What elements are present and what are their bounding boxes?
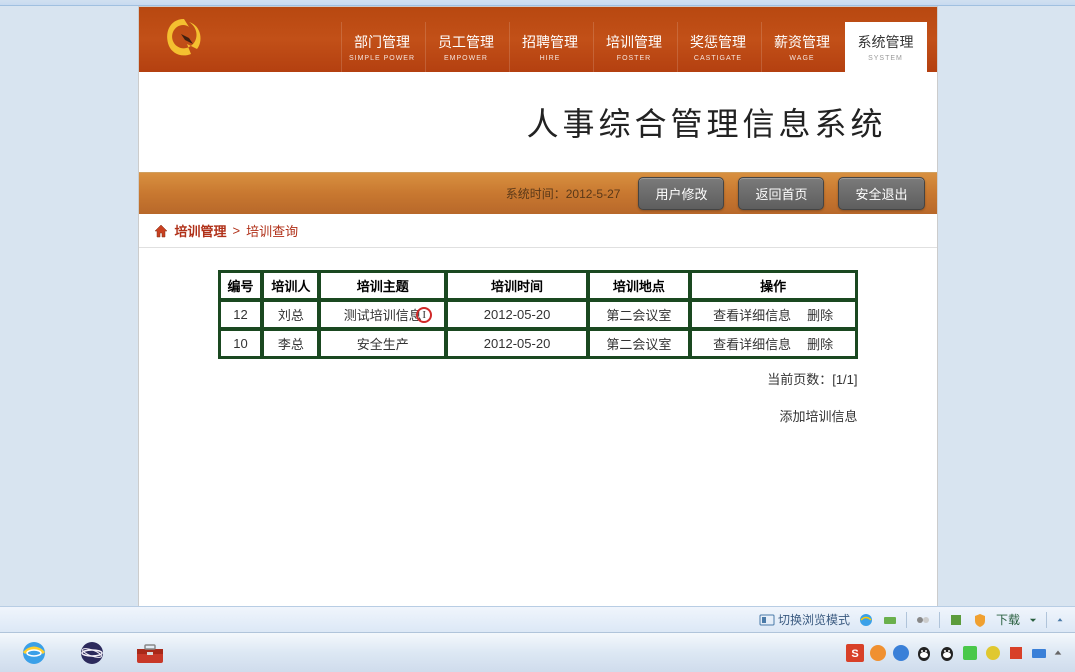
- cell-topic: 安全生产: [320, 330, 445, 357]
- nav-label: 奖惩管理: [690, 32, 746, 52]
- nav-label: 薪资管理: [774, 32, 830, 52]
- separator: [906, 612, 907, 628]
- tray-icon-8[interactable]: [1030, 644, 1048, 662]
- tool-icon[interactable]: [948, 612, 964, 628]
- tray-icon-5[interactable]: [961, 644, 979, 662]
- separator: [1046, 612, 1047, 628]
- user-modify-button[interactable]: 用户修改: [638, 177, 724, 210]
- table-header-row: 编号 培训人 培训主题 培训时间 培训地点 操作: [220, 272, 856, 299]
- nav-system[interactable]: 系统管理 SYSTEM: [845, 22, 927, 72]
- nav-salary[interactable]: 薪资管理 WAGE: [761, 22, 843, 72]
- separator: [939, 612, 940, 628]
- system-tray: S: [846, 644, 1069, 662]
- th-time: 培训时间: [447, 272, 587, 299]
- th-ops: 操作: [691, 272, 856, 299]
- nav-training[interactable]: 培训管理 FOSTER: [593, 22, 675, 72]
- nav-label: 招聘管理: [522, 32, 578, 52]
- taskbar: S: [0, 632, 1075, 672]
- th-topic: 培训主题: [320, 272, 445, 299]
- task-eclipse[interactable]: [64, 636, 120, 670]
- chevron-down-icon[interactable]: [1028, 612, 1038, 628]
- tray-qq-icon[interactable]: [915, 644, 933, 662]
- header: 部门管理 SIMPLE POWER 员工管理 EMPOWER 招聘管理 HIRE 培训…: [139, 7, 937, 72]
- browse-mode-toggle[interactable]: 切换浏览模式: [759, 611, 850, 628]
- sogou-icon[interactable]: S: [846, 644, 864, 662]
- th-id: 编号: [220, 272, 262, 299]
- compat-icon[interactable]: [882, 612, 898, 628]
- home-icon: [153, 223, 169, 239]
- cell-id: 10: [220, 330, 262, 357]
- view-detail-link[interactable]: 查看详细信息: [713, 308, 791, 323]
- tray-icon-7[interactable]: [1007, 644, 1025, 662]
- task-ie[interactable]: [6, 636, 62, 670]
- svg-text:S: S: [851, 648, 858, 660]
- th-location: 培训地点: [589, 272, 689, 299]
- cell-time: 2012-05-20: [447, 301, 587, 328]
- training-table: 编号 培训人 培训主题 培训时间 培训地点 操作 12 刘总 测试培训信息I 2…: [218, 270, 858, 359]
- tray-icon-2[interactable]: [892, 644, 910, 662]
- table-row: 10 李总 安全生产 2012-05-20 第二会议室 查看详细信息 删除: [220, 330, 856, 357]
- system-title: 人事综合管理信息系统: [526, 99, 886, 145]
- cell-topic: 测试培训信息I: [320, 301, 445, 328]
- cell-location: 第二会议室: [589, 301, 689, 328]
- nav-dept[interactable]: 部门管理 SIMPLE POWER: [341, 22, 423, 72]
- nav-sub: CASTIGATE: [694, 55, 742, 62]
- nav-label: 部门管理: [354, 32, 410, 52]
- nav-sub: SYSTEM: [868, 55, 903, 62]
- logo: [159, 14, 209, 64]
- tray-icon-1[interactable]: [869, 644, 887, 662]
- nav-sub: SIMPLE POWER: [349, 55, 415, 62]
- cell-ops: 查看详细信息 删除: [691, 301, 856, 328]
- breadcrumb-sub: 培训查询: [246, 221, 298, 240]
- tray-qq-icon[interactable]: [938, 644, 956, 662]
- nav-label: 培训管理: [606, 32, 662, 52]
- nav-sub: HIRE: [540, 55, 561, 62]
- system-time: 系统时间：2012-5-27: [506, 185, 621, 202]
- tray-chevron-icon[interactable]: [1053, 644, 1063, 662]
- subheader: 系统时间：2012-5-27 用户修改 返回首页 安全退出: [139, 172, 937, 214]
- nav-sub: WAGE: [789, 55, 814, 62]
- nav-sub: FOSTER: [617, 55, 651, 62]
- add-training-row: 添加培训信息: [218, 406, 858, 425]
- shield-icon[interactable]: [972, 612, 988, 628]
- cell-ops: 查看详细信息 删除: [691, 330, 856, 357]
- delete-link[interactable]: 删除: [807, 337, 833, 352]
- pager: 当前页数：[1/1]: [218, 369, 858, 388]
- network-icon[interactable]: [915, 612, 931, 628]
- nav-recruit[interactable]: 招聘管理 HIRE: [509, 22, 591, 72]
- cell-trainer: 刘总: [263, 301, 318, 328]
- nav-label: 系统管理: [858, 32, 914, 52]
- expand-icon[interactable]: [1055, 612, 1065, 628]
- nav-employee[interactable]: 员工管理 EMPOWER: [425, 22, 507, 72]
- th-trainer: 培训人: [263, 272, 318, 299]
- delete-link[interactable]: 删除: [807, 308, 833, 323]
- table-row: 12 刘总 测试培训信息I 2012-05-20 第二会议室 查看详细信息 删除: [220, 301, 856, 328]
- view-detail-link[interactable]: 查看详细信息: [713, 337, 791, 352]
- breadcrumb-main[interactable]: 培训管理: [175, 221, 227, 240]
- cell-trainer: 李总: [263, 330, 318, 357]
- title-area: 人事综合管理信息系统: [139, 72, 937, 172]
- exit-button[interactable]: 安全退出: [838, 177, 924, 210]
- breadcrumb: 培训管理 > 培训查询: [139, 214, 937, 248]
- nav-label: 员工管理: [438, 32, 494, 52]
- cell-id: 12: [220, 301, 262, 328]
- cell-location: 第二会议室: [589, 330, 689, 357]
- browser-status-bar: 切换浏览模式 下载: [0, 606, 1075, 632]
- breadcrumb-sep: >: [233, 223, 241, 238]
- main-nav: 部门管理 SIMPLE POWER 员工管理 EMPOWER 招聘管理 HIRE 培训…: [341, 22, 927, 72]
- switch-icon: [759, 612, 775, 628]
- home-button[interactable]: 返回首页: [738, 177, 824, 210]
- cell-time: 2012-05-20: [447, 330, 587, 357]
- ie-icon[interactable]: [858, 612, 874, 628]
- download-label[interactable]: 下载: [996, 611, 1020, 628]
- content-area: 编号 培训人 培训主题 培训时间 培训地点 操作 12 刘总 测试培训信息I 2…: [139, 248, 937, 447]
- nav-sub: EMPOWER: [444, 55, 488, 62]
- app-frame: 部门管理 SIMPLE POWER 员工管理 EMPOWER 招聘管理 HIRE 培训…: [138, 6, 938, 614]
- tray-icon-6[interactable]: [984, 644, 1002, 662]
- task-toolbox[interactable]: [122, 636, 178, 670]
- nav-reward[interactable]: 奖惩管理 CASTIGATE: [677, 22, 759, 72]
- add-training-link[interactable]: 添加培训信息: [779, 409, 857, 424]
